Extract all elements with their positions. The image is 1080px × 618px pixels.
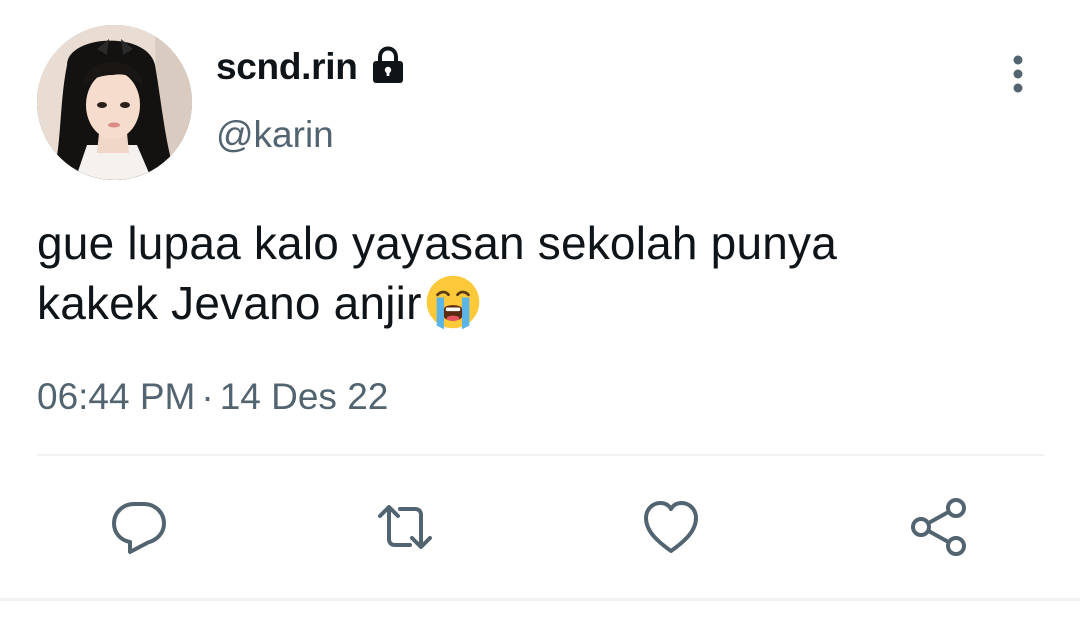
retweet-button[interactable] (374, 496, 436, 558)
more-options-button[interactable] (996, 52, 1040, 96)
avatar[interactable] (37, 25, 192, 180)
more-vertical-icon (1013, 55, 1023, 93)
retweet-icon (378, 505, 432, 549)
tweet-timestamp[interactable]: 06:44 PM · 14 Des 22 (37, 374, 388, 420)
display-name-row[interactable]: scnd.rin (216, 44, 408, 90)
tweet-text: gue lupaa kalo yayasan sekolah punya kak… (37, 213, 1037, 333)
share-icon (911, 498, 966, 556)
heart-icon (644, 501, 698, 553)
tweet-date[interactable]: 14 Des 22 (220, 376, 389, 417)
divider (37, 454, 1044, 456)
tweet-text-line-2: kakek Jevano anjir (37, 273, 1037, 333)
tweet-text-line-2-content: kakek Jevano anjir (37, 277, 422, 329)
tweet-time[interactable]: 06:44 PM (37, 376, 195, 417)
share-button[interactable] (908, 496, 970, 558)
display-name[interactable]: scnd.rin (216, 44, 358, 90)
loudly-crying-face-emoji-icon (424, 273, 482, 331)
user-handle[interactable]: @karin (216, 112, 334, 158)
lock-icon (368, 45, 408, 85)
reply-icon (112, 502, 166, 554)
like-button[interactable] (640, 496, 702, 558)
tweet-text-line-1: gue lupaa kalo yayasan sekolah punya (37, 217, 838, 269)
reply-button[interactable] (108, 496, 170, 558)
timestamp-separator: · (201, 376, 214, 417)
bottom-divider (0, 598, 1080, 601)
avatar-image (37, 25, 192, 180)
